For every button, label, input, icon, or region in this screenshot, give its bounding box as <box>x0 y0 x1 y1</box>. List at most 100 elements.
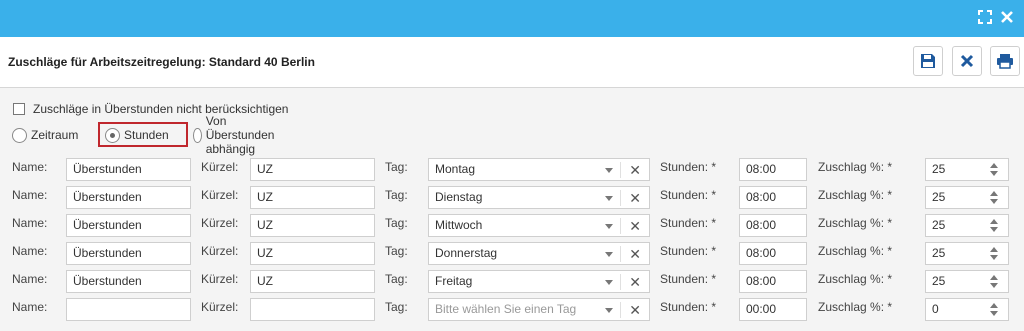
select-divider <box>620 302 621 318</box>
surcharge-value: 25 <box>932 246 946 260</box>
radio-von-ueberstunden[interactable]: Von Überstunden abhängig <box>193 114 281 156</box>
kuerzel-input[interactable]: UZ <box>250 186 375 209</box>
clear-icon[interactable]: ✕ <box>629 216 641 236</box>
selection-highlight <box>98 122 188 147</box>
surcharge-stepper[interactable]: 0 <box>925 298 1009 321</box>
surcharge-stepper[interactable]: 25 <box>925 242 1009 265</box>
name-label: Name: <box>12 300 48 314</box>
kuerzel-input[interactable]: UZ <box>250 214 375 237</box>
surcharge-stepper[interactable]: 25 <box>925 270 1009 293</box>
kuerzel-label: Kürzel: <box>201 272 239 286</box>
select-divider <box>620 190 621 206</box>
tag-label: Tag: <box>385 300 408 314</box>
select-divider <box>620 274 621 290</box>
radio-zeitraum-label: Zeitraum <box>31 128 79 142</box>
ignore-overtime-checkbox[interactable] <box>13 103 25 115</box>
spinner-arrows-icon[interactable] <box>990 247 998 261</box>
day-select[interactable]: Dienstag ✕ <box>428 186 650 209</box>
kuerzel-label: Kürzel: <box>201 160 239 174</box>
table-row: Name: Überstunden Kürzel: UZ Tag: Montag… <box>0 158 1024 182</box>
day-select[interactable]: Freitag ✕ <box>428 270 650 293</box>
day-select[interactable]: Donnerstag ✕ <box>428 242 650 265</box>
page-title: Zuschläge für Arbeitszeitregelung: Stand… <box>8 55 315 69</box>
radio-zeitraum[interactable]: Zeitraum <box>12 124 78 146</box>
kuerzel-input[interactable]: UZ <box>250 158 375 181</box>
clear-icon[interactable]: ✕ <box>629 300 641 320</box>
kuerzel-input[interactable]: UZ <box>250 270 375 293</box>
select-divider <box>620 246 621 262</box>
hours-input[interactable]: 08:00 <box>739 242 807 265</box>
surcharge-value: 25 <box>932 162 946 176</box>
day-select-value: Mittwoch <box>435 218 483 232</box>
spinner-arrows-icon[interactable] <box>990 191 998 205</box>
select-divider <box>620 162 621 178</box>
stunden-label: Stunden: * <box>660 272 717 286</box>
day-select[interactable]: Mittwoch ✕ <box>428 214 650 237</box>
table-row: Name: Überstunden Kürzel: UZ Tag: Donner… <box>0 242 1024 266</box>
clear-icon[interactable]: ✕ <box>629 188 641 208</box>
zuschlag-label: Zuschlag %: * <box>818 300 893 314</box>
day-select-placeholder: Bitte wählen Sie einen Tag <box>435 302 577 316</box>
name-input[interactable]: Überstunden <box>66 242 191 265</box>
stunden-label: Stunden: * <box>660 244 717 258</box>
hours-input[interactable]: 00:00 <box>739 298 807 321</box>
stunden-label: Stunden: * <box>660 216 717 230</box>
print-button[interactable] <box>990 46 1020 76</box>
hours-input[interactable]: 08:00 <box>739 158 807 181</box>
zuschlag-label: Zuschlag %: * <box>818 244 893 258</box>
hours-input[interactable]: 08:00 <box>739 186 807 209</box>
chevron-down-icon[interactable] <box>605 252 613 257</box>
save-icon <box>921 54 935 68</box>
day-select[interactable]: Bitte wählen Sie einen Tag ✕ <box>428 298 650 321</box>
surcharge-value: 25 <box>932 274 946 288</box>
zuschlag-label: Zuschlag %: * <box>818 188 893 202</box>
name-input[interactable]: Überstunden <box>66 214 191 237</box>
surcharge-stepper[interactable]: 25 <box>925 158 1009 181</box>
clear-icon[interactable]: ✕ <box>629 160 641 180</box>
spinner-arrows-icon[interactable] <box>990 303 998 317</box>
day-select-value: Montag <box>435 162 476 176</box>
kuerzel-input[interactable]: UZ <box>250 242 375 265</box>
clear-icon[interactable]: ✕ <box>629 272 641 292</box>
radio-zeitraum-circle[interactable] <box>12 127 27 143</box>
clear-icon[interactable]: ✕ <box>629 244 641 264</box>
radio-von-ueberstunden-circle[interactable] <box>193 127 202 143</box>
chevron-down-icon[interactable] <box>605 308 613 313</box>
chevron-down-icon[interactable] <box>605 168 613 173</box>
surcharge-value: 25 <box>932 190 946 204</box>
day-select-value: Donnerstag <box>435 246 498 260</box>
expand-icon[interactable] <box>978 10 992 24</box>
save-button[interactable] <box>913 46 943 76</box>
surcharge-stepper[interactable]: 25 <box>925 214 1009 237</box>
chevron-down-icon[interactable] <box>605 280 613 285</box>
kuerzel-input[interactable] <box>250 298 375 321</box>
stunden-label: Stunden: * <box>660 300 717 314</box>
day-select[interactable]: Montag ✕ <box>428 158 650 181</box>
hours-input[interactable]: 08:00 <box>739 214 807 237</box>
table-row: Name: Überstunden Kürzel: UZ Tag: Mittwo… <box>0 214 1024 238</box>
name-input[interactable]: Überstunden <box>66 270 191 293</box>
hours-input[interactable]: 08:00 <box>739 270 807 293</box>
name-label: Name: <box>12 160 48 174</box>
name-input[interactable] <box>66 298 191 321</box>
spinner-arrows-icon[interactable] <box>990 219 998 233</box>
name-label: Name: <box>12 244 48 258</box>
chevron-down-icon[interactable] <box>605 224 613 229</box>
tag-label: Tag: <box>385 216 408 230</box>
name-input[interactable]: Überstunden <box>66 186 191 209</box>
select-divider <box>620 218 621 234</box>
table-row: Name: Kürzel: Tag: Bitte wählen Sie eine… <box>0 298 1024 322</box>
surcharge-value: 0 <box>932 302 939 316</box>
name-input[interactable]: Überstunden <box>66 158 191 181</box>
zuschlag-label: Zuschlag %: * <box>818 160 893 174</box>
delete-button[interactable] <box>952 46 982 76</box>
delete-icon <box>960 54 974 68</box>
kuerzel-label: Kürzel: <box>201 188 239 202</box>
chevron-down-icon[interactable] <box>605 196 613 201</box>
close-icon[interactable] <box>1000 10 1014 24</box>
name-label: Name: <box>12 188 48 202</box>
spinner-arrows-icon[interactable] <box>990 163 998 177</box>
radio-von-ueberstunden-label: Von Überstunden abhängig <box>205 114 275 156</box>
spinner-arrows-icon[interactable] <box>990 275 998 289</box>
surcharge-stepper[interactable]: 25 <box>925 186 1009 209</box>
